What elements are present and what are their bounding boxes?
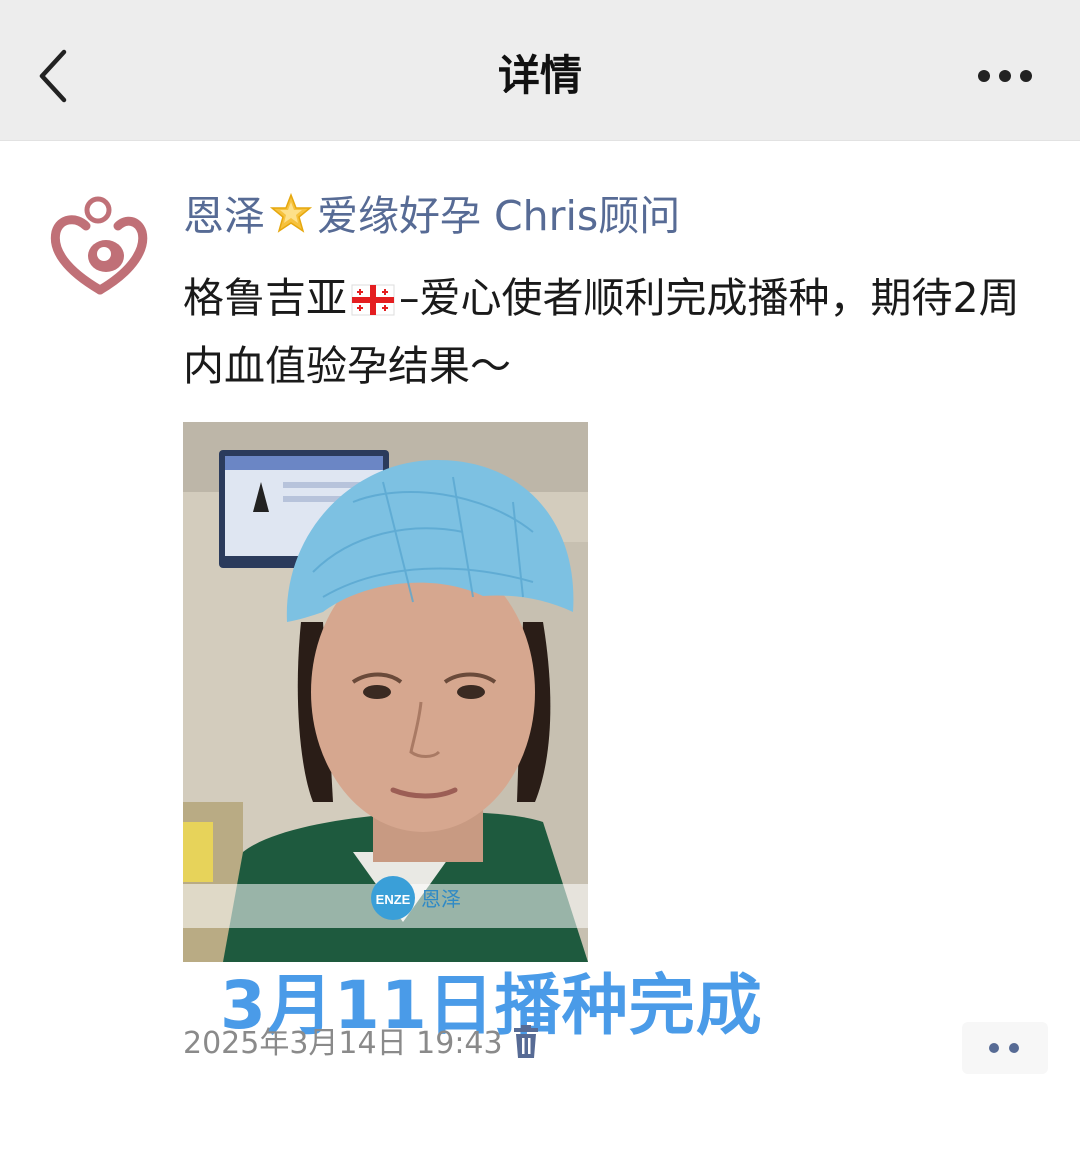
comment-dots-icon [989,1043,999,1053]
more-options-button[interactable] [968,56,1042,96]
post-text-prefix: 格鲁吉亚 [183,274,347,322]
author-name-link[interactable]: 恩泽 爱缘好孕 Chris顾问 [183,188,680,250]
trash-icon [514,1025,538,1058]
post-photo[interactable]: ENZE 恩泽 [183,422,588,962]
chevron-left-icon [39,49,67,103]
comment-dots-icon [1009,1043,1019,1053]
top-nav-bar: 详情 [0,0,1080,141]
logo-heart-mother-child-icon [50,196,148,295]
delete-button[interactable] [510,1024,542,1060]
page-title: 详情 [497,51,582,100]
comment-like-button[interactable] [962,1022,1048,1074]
watermark-logo-text: ENZE [376,892,411,907]
more-horizontal-icon [978,70,1032,82]
back-button[interactable] [28,44,88,108]
photo-nurse-portrait: ENZE 恩泽 [183,422,588,962]
post-timestamp: 2025年3月14日 19:43 [183,1026,503,1061]
author-name-prefix: 恩泽 [183,192,265,240]
watermark-text: 恩泽 [421,887,461,911]
post-content: 格鲁吉亚 –爱心使者顺利完成播种，期待2周内血值验孕结果～ [183,266,1043,398]
georgia-flag-icon [351,270,395,334]
author-name-suffix: 爱缘好孕 Chris顾问 [317,192,681,240]
avatar[interactable] [42,186,158,302]
star-emoji-icon [269,192,313,250]
